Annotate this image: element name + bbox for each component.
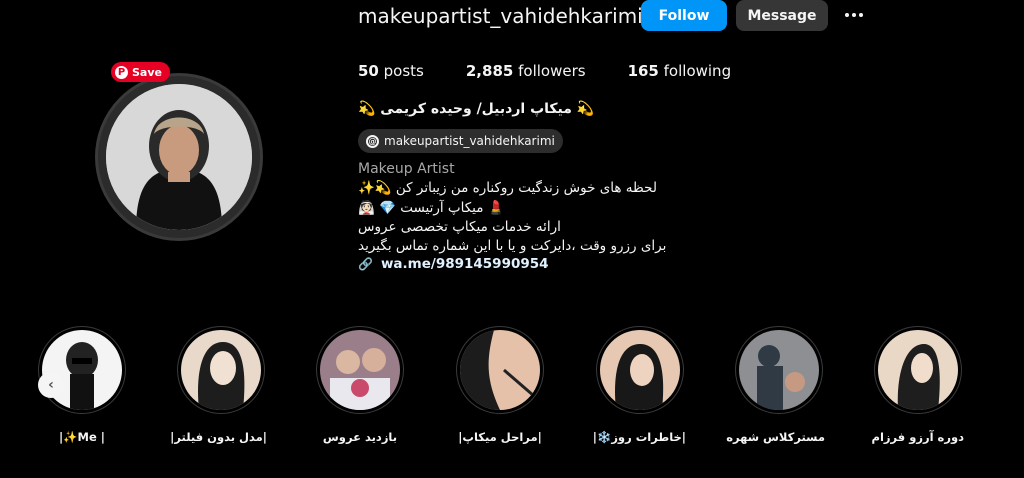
highlight-item[interactable]: |خاطرات روز❄️| <box>592 326 686 444</box>
stat-followers-count: 2,885 <box>465 62 514 80</box>
highlight-item[interactable]: |مراحل میکاپ| <box>454 326 546 444</box>
highlight-item[interactable]: دوره آرزو فرزام <box>872 326 964 444</box>
pinterest-save-label: Save <box>132 65 162 79</box>
stat-following-label: following <box>663 62 732 80</box>
follow-button[interactable]: Follow <box>641 0 727 31</box>
threads-icon: @ <box>366 134 379 148</box>
profile-avatar-ring[interactable] <box>95 73 263 241</box>
highlight-cover-image <box>600 330 680 410</box>
bio-line: ارائه خدمات میکاپ تخصصی عروس <box>358 219 561 235</box>
highlight-ring <box>735 326 823 414</box>
stat-following[interactable]: 165 following <box>628 62 732 80</box>
highlight-ring <box>177 326 265 414</box>
highlight-ring <box>874 326 962 414</box>
highlight-label: |مدل بدون فیلتر| <box>170 430 267 444</box>
highlight-label: | Me✨| <box>59 430 105 444</box>
stat-followers-label: followers <box>518 62 586 80</box>
bio-link-text: wa.me/989145990954 <box>380 256 549 272</box>
link-icon: 🔗 <box>358 257 373 271</box>
bio-line: لحظه های خوش زندگیت روکناره من زیباتر کن… <box>358 180 657 196</box>
profile-display-name: 💫 میکاپ اردبیل/ وحیده کریمی 💫 <box>358 101 595 117</box>
highlight-ring <box>38 326 126 414</box>
more-options-icon[interactable] <box>842 3 866 27</box>
pinterest-save-button[interactable]: P Save <box>111 62 170 82</box>
profile-username: makeupartist_vahidehkarimi <box>358 4 643 28</box>
highlight-cover-image <box>739 330 819 410</box>
pinterest-icon: P <box>115 65 128 79</box>
highlights-prev-button[interactable]: ‹ <box>38 372 64 398</box>
highlight-label: مسترکلاس شهره <box>726 430 825 444</box>
threads-handle: makeupartist_vahidehkarimi <box>384 134 555 148</box>
highlight-label: دوره آرزو فرزام <box>871 430 964 444</box>
highlight-cover-image <box>42 330 122 410</box>
highlight-item[interactable]: مسترکلاس شهره <box>726 326 825 444</box>
stat-posts-label: posts <box>383 62 424 80</box>
profile-category: Makeup Artist <box>358 161 455 177</box>
stat-posts: 50 posts <box>358 62 424 80</box>
stat-following-count: 165 <box>627 62 659 80</box>
stat-followers[interactable]: 2,885 followers <box>466 62 586 80</box>
bio-line: 💄 میکاپ آرتیست 💎 👰🏻 <box>358 200 505 216</box>
threads-badge[interactable]: @ makeupartist_vahidehkarimi <box>358 129 563 153</box>
highlight-cover-image <box>878 330 958 410</box>
highlight-label: |خاطرات روز❄️| <box>592 430 686 444</box>
stat-posts-count: 50 <box>358 62 379 80</box>
highlight-label: |مراحل میکاپ| <box>458 430 542 444</box>
message-button[interactable]: Message <box>736 0 828 31</box>
highlight-cover-image <box>320 330 400 410</box>
highlight-label: بازدید عروس <box>322 430 398 444</box>
bio-line: برای رزرو وقت ،دایرکت و یا با این شماره … <box>358 238 667 254</box>
profile-avatar[interactable] <box>106 84 252 230</box>
highlight-item[interactable]: بازدید عروس <box>314 326 406 444</box>
highlight-ring <box>596 326 684 414</box>
highlight-ring <box>456 326 544 414</box>
highlight-cover-image <box>181 330 261 410</box>
highlight-ring <box>316 326 404 414</box>
highlight-cover-image <box>460 330 540 410</box>
highlight-item[interactable]: |مدل بدون فیلتر| <box>170 326 267 444</box>
bio-link[interactable]: 🔗 wa.me/989145990954 <box>358 256 549 272</box>
profile-stats: 50 posts 2,885 followers 165 following <box>358 62 731 80</box>
